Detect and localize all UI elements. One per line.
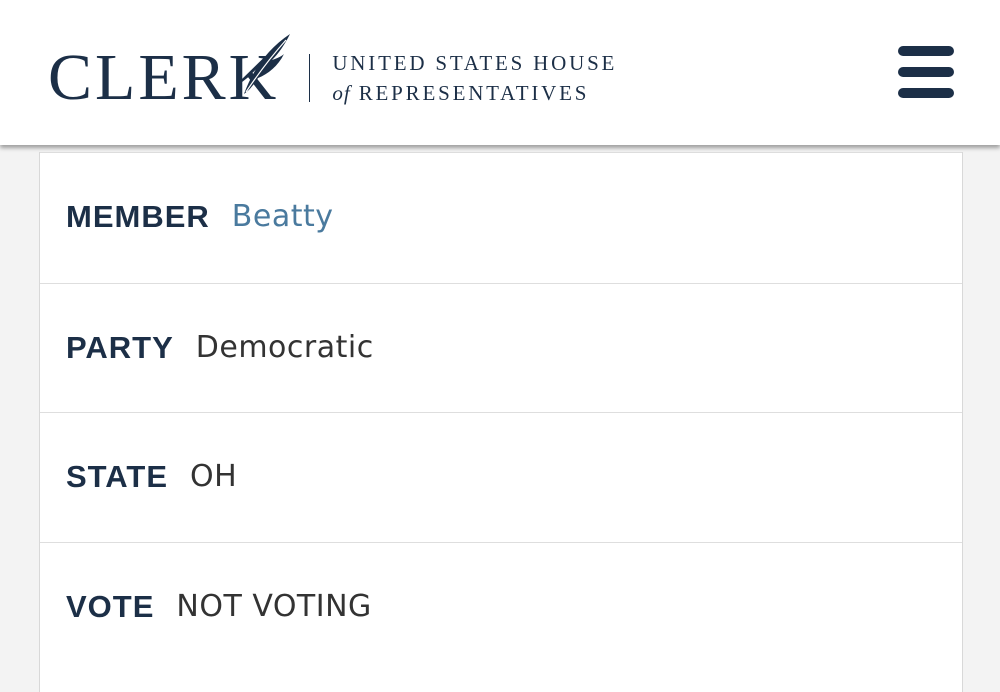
quill-icon xyxy=(244,34,290,94)
member-label: MEMBER xyxy=(66,198,210,234)
vote-value: NOT VOTING xyxy=(176,589,372,624)
logo-of: of xyxy=(332,81,351,105)
menu-bar-top xyxy=(898,46,954,56)
site-header: CLERK UNITED STATES HOUSE of REPRESENTAT… xyxy=(0,0,1000,145)
member-link[interactable]: Beatty xyxy=(232,199,334,234)
party-value: Democratic xyxy=(195,330,374,365)
state-label: STATE xyxy=(66,458,169,494)
logo-divider xyxy=(309,54,311,102)
member-row: MEMBER Beatty xyxy=(40,152,962,280)
logo-subtitle: UNITED STATES HOUSE of REPRESENTATIVES xyxy=(332,48,617,108)
logo-line-1: UNITED STATES HOUSE xyxy=(332,51,618,75)
menu-bar-middle xyxy=(898,67,954,77)
party-label: PARTY xyxy=(66,329,174,365)
state-value: OH xyxy=(190,459,238,494)
logo-line-2-text: REPRESENTATIVES xyxy=(358,81,590,105)
logo-line-2: of REPRESENTATIVES xyxy=(332,78,617,108)
hamburger-menu-icon[interactable] xyxy=(898,46,954,98)
state-row: STATE OH xyxy=(40,412,962,540)
member-vote-detail: MEMBER Beatty PARTY Democratic STATE OH … xyxy=(39,152,963,692)
menu-bar-bottom xyxy=(898,88,954,98)
party-row: PARTY Democratic xyxy=(40,283,962,411)
clerk-logo[interactable]: CLERK UNITED STATES HOUSE of REPRESENTAT… xyxy=(48,34,617,118)
vote-label: VOTE xyxy=(66,588,155,624)
vote-row: VOTE NOT VOTING xyxy=(40,542,962,670)
